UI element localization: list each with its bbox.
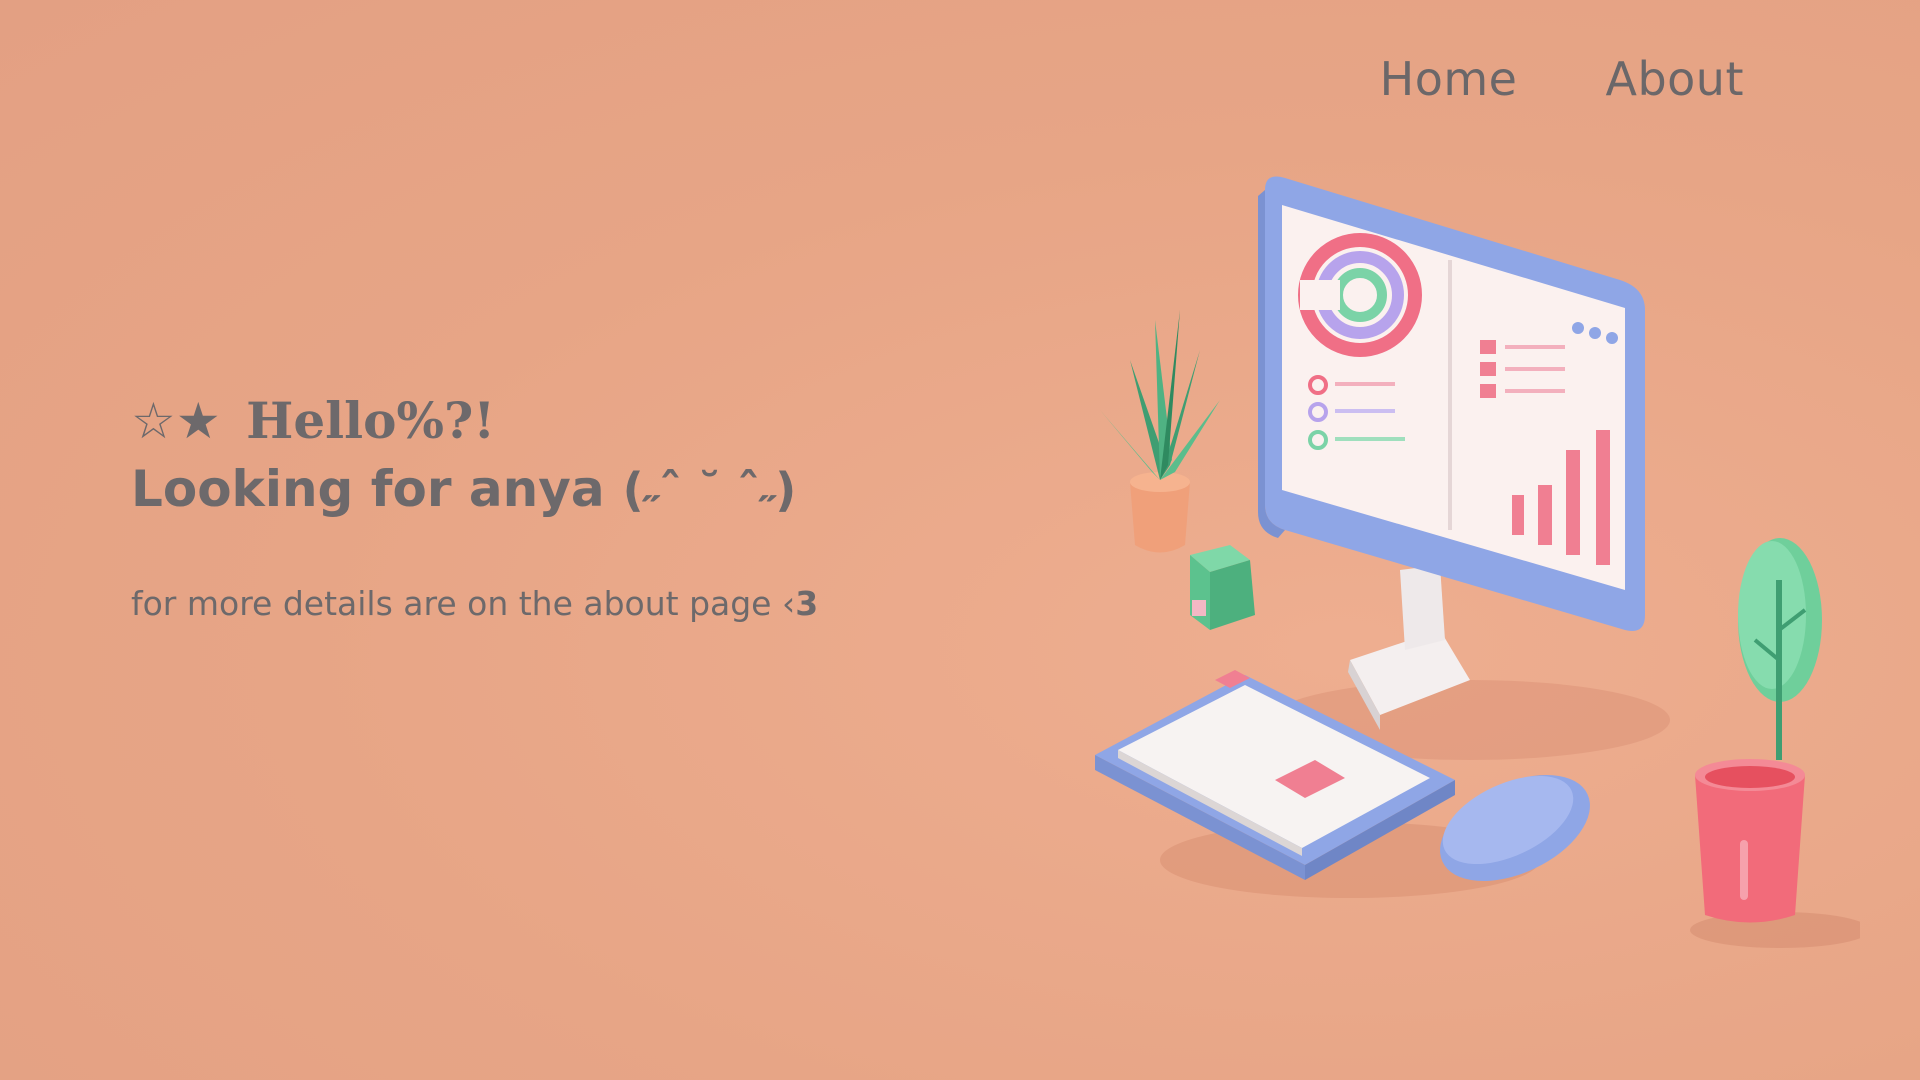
- hero-greeting-line: ☆★ Hello%?!: [131, 388, 796, 454]
- plant-cup-icon: [1695, 538, 1822, 923]
- nav-home-link[interactable]: Home: [1380, 52, 1518, 106]
- hero-heading: ☆★ Hello%?! Looking for anya (˶ˆ ˘ ˆ˶): [131, 388, 796, 525]
- potted-plant-icon: [1100, 310, 1220, 553]
- hero-subtext-text: for more details are on the about page ‹: [131, 584, 796, 623]
- nav-about-link[interactable]: About: [1605, 52, 1744, 106]
- desk-setup-illustration: [1095, 176, 1860, 948]
- hero-greeting: Hello%?!: [246, 391, 496, 450]
- heart-emoticon: 3: [795, 584, 819, 623]
- stars-icon: ☆★: [131, 392, 221, 450]
- hero-title: Looking for anya: [131, 460, 605, 518]
- top-nav: Home About: [1380, 52, 1744, 106]
- monitor-icon: [1258, 176, 1645, 730]
- hero-subtext: for more details are on the about page ‹…: [131, 584, 818, 623]
- hero-title-line: Looking for anya (˶ˆ ˘ ˆ˶): [131, 454, 796, 525]
- stacked-blocks-icon: [1190, 545, 1255, 630]
- kaomoji: (˶ˆ ˘ ˆ˶): [622, 463, 797, 517]
- page: Home About ☆★ Hello%?! Looking for anya (…: [0, 0, 1920, 1080]
